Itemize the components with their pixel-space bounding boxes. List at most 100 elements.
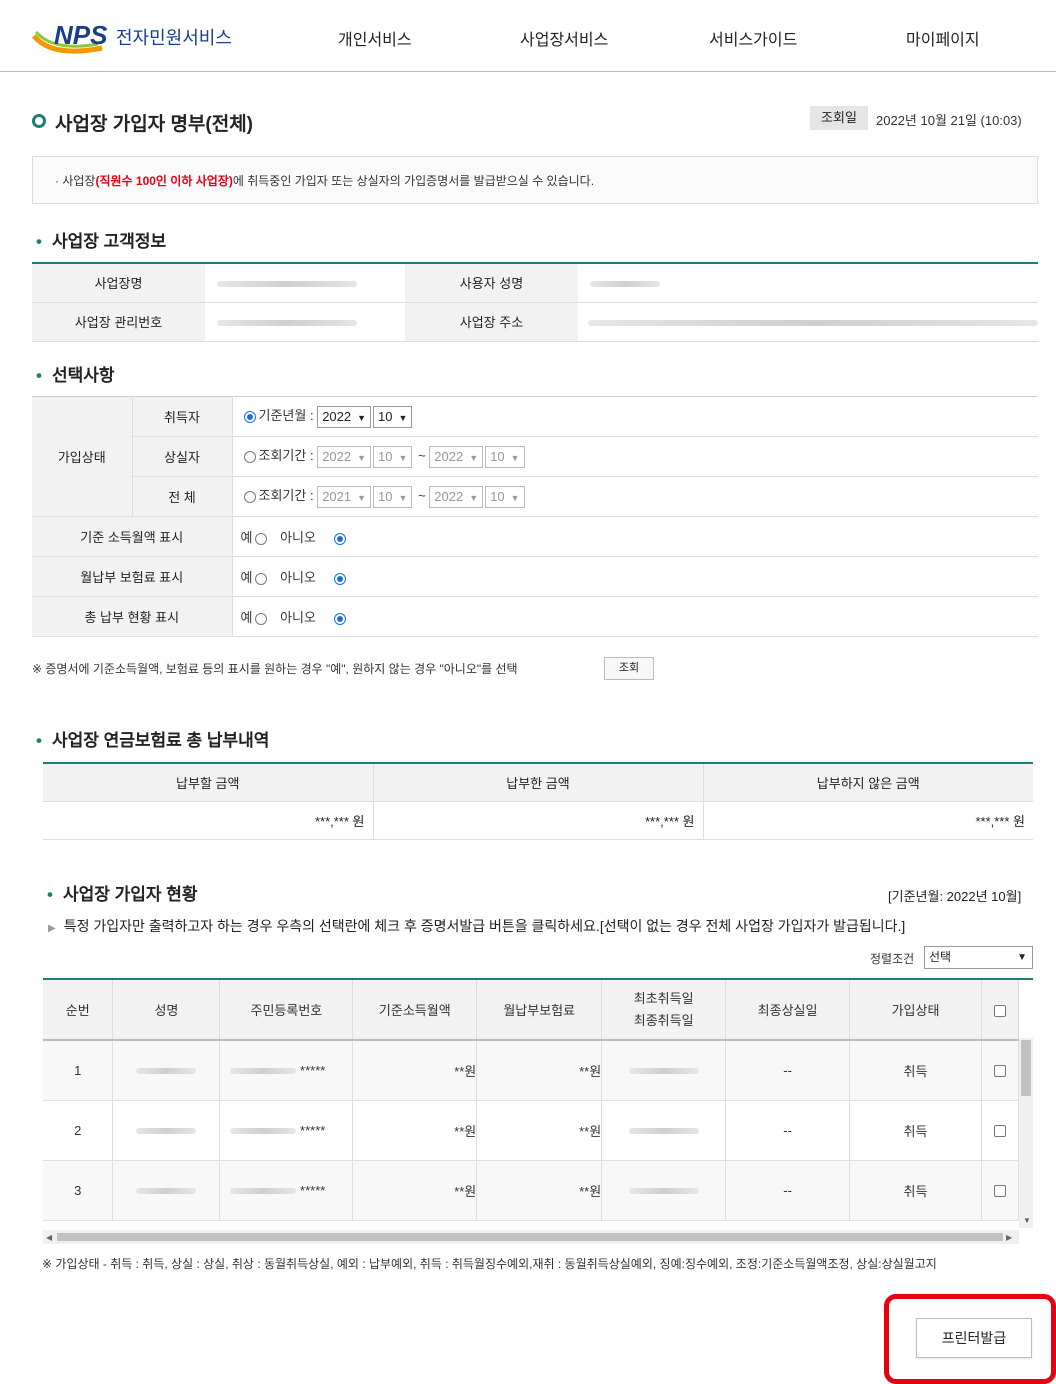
show-premium-row: 예 아니오 xyxy=(232,556,1038,597)
acquired-radio[interactable] xyxy=(243,410,256,423)
show-income-label: 기준 소득월액 표시 xyxy=(32,516,233,557)
customer-info-table: 사업장명 사용자 성명 사업장 관리번호 사업장 주소 xyxy=(32,262,1038,342)
row-lost: -- xyxy=(725,1160,851,1221)
pay-header-unpaid: 납부하지 않은 금액 xyxy=(703,763,1033,802)
all-from-month-select[interactable]: 10 ▼ xyxy=(373,485,413,508)
all-label: 전 체 xyxy=(132,476,233,517)
col-lost: 최종상실일 xyxy=(725,980,851,1041)
row-select xyxy=(981,1160,1020,1221)
sort-label: 정렬조건 xyxy=(870,952,915,966)
all-to-month-select[interactable]: 10 ▼ xyxy=(485,485,525,508)
nav-personal[interactable]: 개인서비스 xyxy=(338,26,412,50)
lost-from-month-select[interactable]: 10 ▼ xyxy=(373,445,413,468)
status-label: 가입상태 xyxy=(32,396,133,517)
col-acq-dates: 최초취득일 최종취득일 xyxy=(601,980,727,1041)
row-income: **원 xyxy=(352,1100,478,1161)
row-name xyxy=(112,1160,221,1221)
show-total-label: 총 납부 현황 표시 xyxy=(32,596,233,637)
logo-mark: NPS xyxy=(54,20,108,50)
show-total-no-radio[interactable] xyxy=(333,612,346,625)
show-premium-label: 월납부 보험료 표시 xyxy=(32,556,233,597)
section-options-title: 선택사항 xyxy=(36,361,115,386)
no-label: 아니오 xyxy=(280,530,316,545)
lost-period-label: 조회기간 : xyxy=(258,448,314,464)
nav-guide[interactable]: 서비스가이드 xyxy=(709,26,797,50)
vertical-scroll-thumb[interactable] xyxy=(1021,1040,1031,1096)
print-issue-button[interactable]: 프린터발급 xyxy=(916,1318,1032,1358)
row-lost: -- xyxy=(725,1100,851,1161)
show-income-no-radio[interactable] xyxy=(333,532,346,545)
row-checkbox[interactable] xyxy=(993,1185,1006,1198)
lost-row: 조회기간 : 2022 ▼ 10 ▼ ~ 2022 ▼ 10 ▼ xyxy=(232,436,1038,477)
no-label: 아니오 xyxy=(280,570,316,585)
all-from-year-select[interactable]: 2021 ▼ xyxy=(317,485,372,508)
members-instruction: ▶ 특정 가입자만 출력하고자 하는 경우 우측의 선택란에 체크 후 증명서발급… xyxy=(48,916,905,936)
row-no: 1 xyxy=(43,1040,114,1101)
notice-pre: · 사업장 xyxy=(55,174,96,188)
all-to-year-select[interactable]: 2022 ▼ xyxy=(429,485,484,508)
scroll-right-icon[interactable]: ▶ xyxy=(1006,1233,1012,1242)
biz-addr-value xyxy=(578,302,1038,342)
row-select xyxy=(981,1100,1020,1161)
col-first-acq: 최초취득일 xyxy=(633,990,694,1006)
show-total-yes-radio[interactable] xyxy=(255,612,268,625)
query-button[interactable]: 조회 xyxy=(604,657,654,680)
members-base-note: [기준년월: 2022년 10월] xyxy=(888,889,1022,904)
all-row: 조회기간 : 2021 ▼ 10 ▼ ~ 2022 ▼ 10 ▼ xyxy=(232,476,1038,517)
biz-addr-label: 사업장 주소 xyxy=(404,302,578,342)
no-label: 아니오 xyxy=(280,610,316,625)
top-header: NPS 전자민원서비스 개인서비스 사업장서비스 서비스가이드 마이페이지 xyxy=(0,0,1056,72)
lost-to-year-select[interactable]: 2022 ▼ xyxy=(429,445,484,468)
acquired-year-select[interactable]: 2022 ▼ xyxy=(317,405,372,428)
acquired-label: 취득자 xyxy=(132,396,233,437)
col-income: 기준소득월액 xyxy=(352,980,478,1041)
sort-select[interactable]: 선택 ▼ xyxy=(924,946,1033,969)
page-title: 사업장 가입자 명부(전체) xyxy=(55,114,254,135)
acquired-row: 기준년월 : 2022 ▼ 10 ▼ xyxy=(232,396,1038,437)
horizontal-scrollbar[interactable]: ◀ ▶ xyxy=(43,1230,1019,1244)
lost-from-year-select[interactable]: 2022 ▼ xyxy=(317,445,372,468)
lost-tilde: ~ xyxy=(418,448,426,464)
options-note: ※ 증명서에 기준소득월액, 보험료 등의 표시를 원하는 경우 "예", 원하… xyxy=(32,662,518,676)
scroll-down-icon[interactable]: ▼ xyxy=(1023,1216,1031,1225)
notice-box: · 사업장(직원수 100인 이하 사업장)에 취득중인 가입자 또는 상실자의… xyxy=(32,156,1038,204)
pay-value-paid: ***,*** 원 xyxy=(373,801,704,840)
date-value: 2022년 10월 21일 (10:03) xyxy=(876,113,1022,128)
select-all-checkbox[interactable] xyxy=(993,1004,1006,1017)
show-income-yes-radio[interactable] xyxy=(255,532,268,545)
user-name-label: 사용자 성명 xyxy=(404,263,578,303)
section-payment-title: 사업장 연금보험료 총 납부내역 xyxy=(36,726,270,751)
row-select xyxy=(981,1040,1020,1101)
nav-business[interactable]: 사업장서비스 xyxy=(520,26,608,50)
vertical-scrollbar[interactable]: ▼ xyxy=(1019,1038,1033,1228)
triangle-icon: ▶ xyxy=(48,923,56,934)
col-select xyxy=(981,980,1020,1041)
col-rrn: 주민등록번호 xyxy=(219,980,354,1041)
nav-mypage[interactable]: 마이페이지 xyxy=(906,26,980,50)
lost-radio[interactable] xyxy=(243,450,256,463)
row-checkbox[interactable] xyxy=(993,1065,1006,1078)
table-row: 3 ***** **원 **원 -- 취득 xyxy=(43,1160,1020,1221)
row-acq-dates xyxy=(601,1160,727,1221)
row-acq-dates xyxy=(601,1100,727,1161)
all-radio[interactable] xyxy=(243,490,256,503)
row-rrn: ***** xyxy=(219,1100,354,1161)
notice-highlight: (직원수 100인 이하 사업장) xyxy=(95,174,233,188)
show-premium-no-radio[interactable] xyxy=(333,572,346,585)
col-status: 가입상태 xyxy=(849,980,982,1041)
base-month-label: 기준년월 : xyxy=(258,408,314,424)
scroll-left-icon[interactable]: ◀ xyxy=(46,1233,52,1242)
all-tilde: ~ xyxy=(418,488,426,504)
show-premium-yes-radio[interactable] xyxy=(255,572,268,585)
all-period-label: 조회기간 : xyxy=(258,488,314,504)
row-no: 2 xyxy=(43,1100,114,1161)
acquired-month-select[interactable]: 10 ▼ xyxy=(373,405,413,428)
members-table: 순번 성명 주민등록번호 기준소득월액 월납부보험료 최초취득일 최종취득일 최종… xyxy=(43,980,1020,1221)
row-checkbox[interactable] xyxy=(993,1125,1006,1138)
yes-label: 예 xyxy=(240,570,253,585)
horizontal-scroll-thumb[interactable] xyxy=(57,1233,1003,1241)
lost-to-month-select[interactable]: 10 ▼ xyxy=(485,445,525,468)
chevron-down-icon: ▼ xyxy=(1017,952,1027,963)
col-premium: 월납부보험료 xyxy=(476,980,603,1041)
row-status: 취득 xyxy=(849,1160,982,1221)
